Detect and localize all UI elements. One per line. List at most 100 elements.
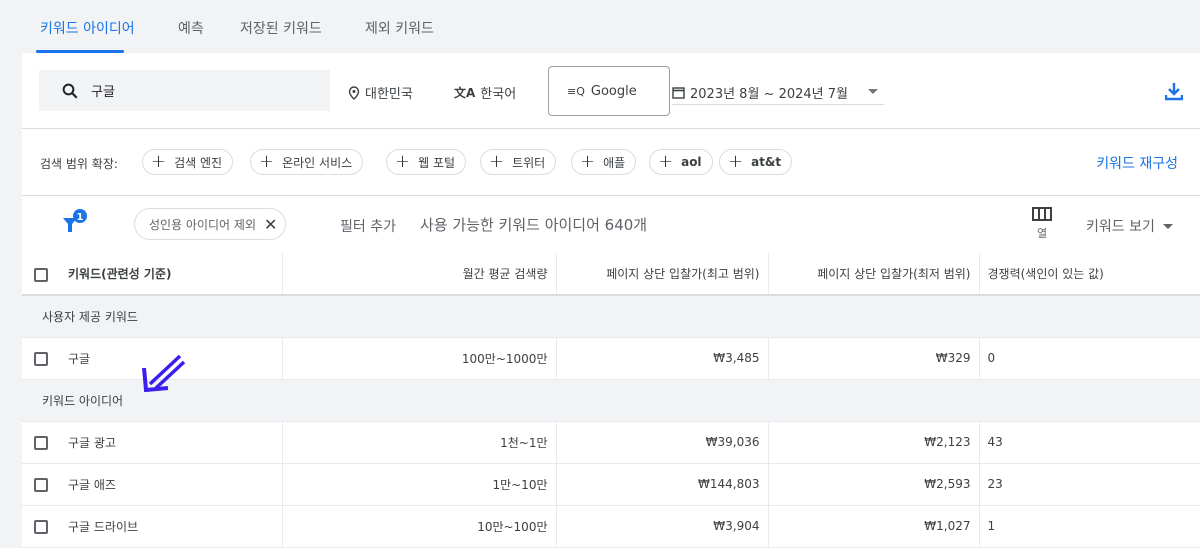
group-row: 사용자 제공 키워드 xyxy=(22,295,1200,338)
close-icon[interactable]: ✕ xyxy=(264,215,277,234)
monthly-searches-cell: 1천~1만 xyxy=(281,421,556,464)
tab-keyword-ideas[interactable]: 키워드 아이디어 xyxy=(40,18,135,38)
top-bid-low-cell: ₩2,123 xyxy=(767,421,979,464)
search-input[interactable]: 구글 xyxy=(39,70,330,111)
keyword-cell: 구글 애즈 xyxy=(22,463,282,506)
broaden-chip[interactable]: + 애플 xyxy=(571,149,637,175)
top-bid-high-cell: ₩3,904 xyxy=(555,505,768,548)
keyword-text: 구글 광고 xyxy=(68,435,116,450)
chip-label: aol xyxy=(681,155,702,169)
top-bid-high-cell: ₩144,803 xyxy=(555,463,768,506)
tab-forecast[interactable]: 예측 xyxy=(178,18,204,38)
broaden-chip[interactable]: + 웹 포털 xyxy=(386,149,467,175)
top-bid-low-cell: ₩329 xyxy=(767,337,979,380)
date-range-label: 2023년 8월 ~ 2024년 7월 xyxy=(690,87,848,102)
broaden-chip[interactable]: + at&t xyxy=(719,149,793,175)
filter-icon[interactable]: 1 xyxy=(62,208,92,238)
keyword-cell: 구글 광고 xyxy=(22,421,282,464)
columns-button[interactable]: 열 xyxy=(1032,206,1052,241)
language-selector[interactable]: 文A 한국어 xyxy=(454,83,516,102)
query-bar: 구글 대한민국 文A 한국어 ≡Q Google 2023년 8월 ~ 2024… xyxy=(22,53,1200,129)
chip-label: 검색 엔진 xyxy=(174,155,223,170)
row-checkbox[interactable] xyxy=(34,352,48,366)
view-label: 키워드 보기 xyxy=(1086,219,1155,235)
keyword-text: 구글 xyxy=(68,351,91,366)
location-pin-icon xyxy=(348,85,360,100)
select-all-checkbox[interactable] xyxy=(34,267,48,282)
chip-label: 트위터 xyxy=(512,155,546,170)
group-label: 키워드 아이디어 xyxy=(22,379,1200,422)
add-filter-button[interactable]: 필터 추가 xyxy=(340,216,396,236)
search-icon xyxy=(62,83,78,98)
col-keyword[interactable]: 키워드(관련성 기준) xyxy=(22,253,282,296)
broaden-chip[interactable]: + 검색 엔진 xyxy=(142,149,234,175)
row-checkbox[interactable] xyxy=(34,520,48,534)
plus-icon: + xyxy=(489,151,505,172)
language-label: 한국어 xyxy=(480,87,517,102)
tab-bar: 키워드 아이디어 예측 저장된 키워드 제외 키워드 xyxy=(0,0,1200,53)
top-bid-high-cell: ₩3,485 xyxy=(555,337,768,380)
plus-icon: + xyxy=(658,151,674,172)
keyword-cell: 구글 드라이브 xyxy=(22,505,282,548)
search-value: 구글 xyxy=(91,85,115,100)
network-label: Google xyxy=(590,83,637,99)
columns-label: 열 xyxy=(1036,227,1048,240)
header-label: 키워드(관련성 기준) xyxy=(68,267,172,281)
keyword-text: 구글 애즈 xyxy=(68,477,116,492)
download-icon[interactable] xyxy=(1165,81,1183,101)
filter-bar: 1 성인용 아이디어 제외 ✕ 필터 추가 사용 가능한 키워드 아이디어 640… xyxy=(22,196,1200,253)
row-checkbox[interactable] xyxy=(34,478,48,492)
filter-count-badge: 1 xyxy=(77,212,84,223)
plus-icon: + xyxy=(580,151,596,172)
plus-icon: + xyxy=(151,151,167,172)
main-panel: 구글 대한민국 文A 한국어 ≡Q Google 2023년 8월 ~ 2024… xyxy=(22,53,1200,548)
table-row[interactable]: 구글 드라이브 10만~100만 ₩3,904 ₩1,027 1 xyxy=(22,505,1200,548)
keyword-text: 구글 드라이브 xyxy=(68,519,139,534)
caret-down-icon xyxy=(1162,223,1173,229)
col-top-bid-high[interactable]: 페이지 상단 입찰가(최고 범위) xyxy=(555,253,768,296)
calendar-icon xyxy=(672,87,685,99)
filter-chip[interactable]: 성인용 아이디어 제외 ✕ xyxy=(134,208,287,240)
annotation-arrow-icon xyxy=(142,354,186,392)
top-bid-low-cell: ₩2,593 xyxy=(767,463,979,506)
plus-icon: + xyxy=(259,151,275,172)
group-row: 키워드 아이디어 xyxy=(22,379,1200,422)
competition-cell: 43 xyxy=(978,421,1200,464)
chip-label: 애플 xyxy=(603,155,626,170)
broaden-chip[interactable]: + 온라인 서비스 xyxy=(250,149,364,175)
plus-icon: + xyxy=(395,151,411,172)
refine-keywords-link[interactable]: 키워드 재구성 xyxy=(1096,153,1178,173)
monthly-searches-cell: 1만~10만 xyxy=(281,463,556,506)
col-monthly-searches[interactable]: 월간 평균 검색량 xyxy=(281,253,556,296)
chevron-down-icon xyxy=(868,89,878,94)
keyword-table: 키워드(관련성 기준) 월간 평균 검색량 페이지 상단 입찰가(최고 범위) … xyxy=(22,253,1200,548)
plus-icon: + xyxy=(728,151,744,172)
date-range-selector[interactable]: 2023년 8월 ~ 2024년 7월 xyxy=(672,81,884,105)
broaden-chip[interactable]: + aol xyxy=(649,149,713,175)
table-row[interactable]: 구글 광고 1천~1만 ₩39,036 ₩2,123 43 xyxy=(22,421,1200,464)
broaden-search-bar: 검색 범위 확장: + 검색 엔진 + 온라인 서비스 + 웹 포털 + 트위터 + 애플… xyxy=(22,130,1200,196)
col-competition[interactable]: 경쟁력(색인이 있는 값) xyxy=(978,253,1200,296)
table-row[interactable]: 구글 100만~1000만 ₩3,485 ₩329 0 xyxy=(22,337,1200,380)
columns-icon xyxy=(1032,207,1052,221)
keyword-view-dropdown[interactable]: 키워드 보기 xyxy=(1086,216,1173,236)
monthly-searches-cell: 100만~1000만 xyxy=(281,337,556,380)
group-label: 사용자 제공 키워드 xyxy=(22,295,1200,338)
tab-negative-keywords[interactable]: 제외 키워드 xyxy=(365,18,434,38)
row-checkbox[interactable] xyxy=(34,436,48,450)
chip-label: at&t xyxy=(751,155,782,169)
tab-saved-keywords[interactable]: 저장된 키워드 xyxy=(240,18,322,38)
broaden-label: 검색 범위 확장: xyxy=(40,157,118,171)
top-bid-low-cell: ₩1,027 xyxy=(767,505,979,548)
broaden-chip[interactable]: + 트위터 xyxy=(480,149,557,175)
available-count: 사용 가능한 키워드 아이디어 640개 xyxy=(420,216,648,234)
competition-cell: 23 xyxy=(978,463,1200,506)
network-selector[interactable]: ≡Q Google xyxy=(548,66,670,116)
col-top-bid-low[interactable]: 페이지 상단 입찰가(최저 범위) xyxy=(767,253,979,296)
filter-chip-label: 성인용 아이디어 제외 xyxy=(149,217,256,232)
competition-cell: 0 xyxy=(978,337,1200,380)
location-label: 대한민국 xyxy=(365,87,413,102)
location-selector[interactable]: 대한민국 xyxy=(348,83,413,102)
table-row[interactable]: 구글 애즈 1만~10만 ₩144,803 ₩2,593 23 xyxy=(22,463,1200,506)
top-bid-high-cell: ₩39,036 xyxy=(555,421,768,464)
